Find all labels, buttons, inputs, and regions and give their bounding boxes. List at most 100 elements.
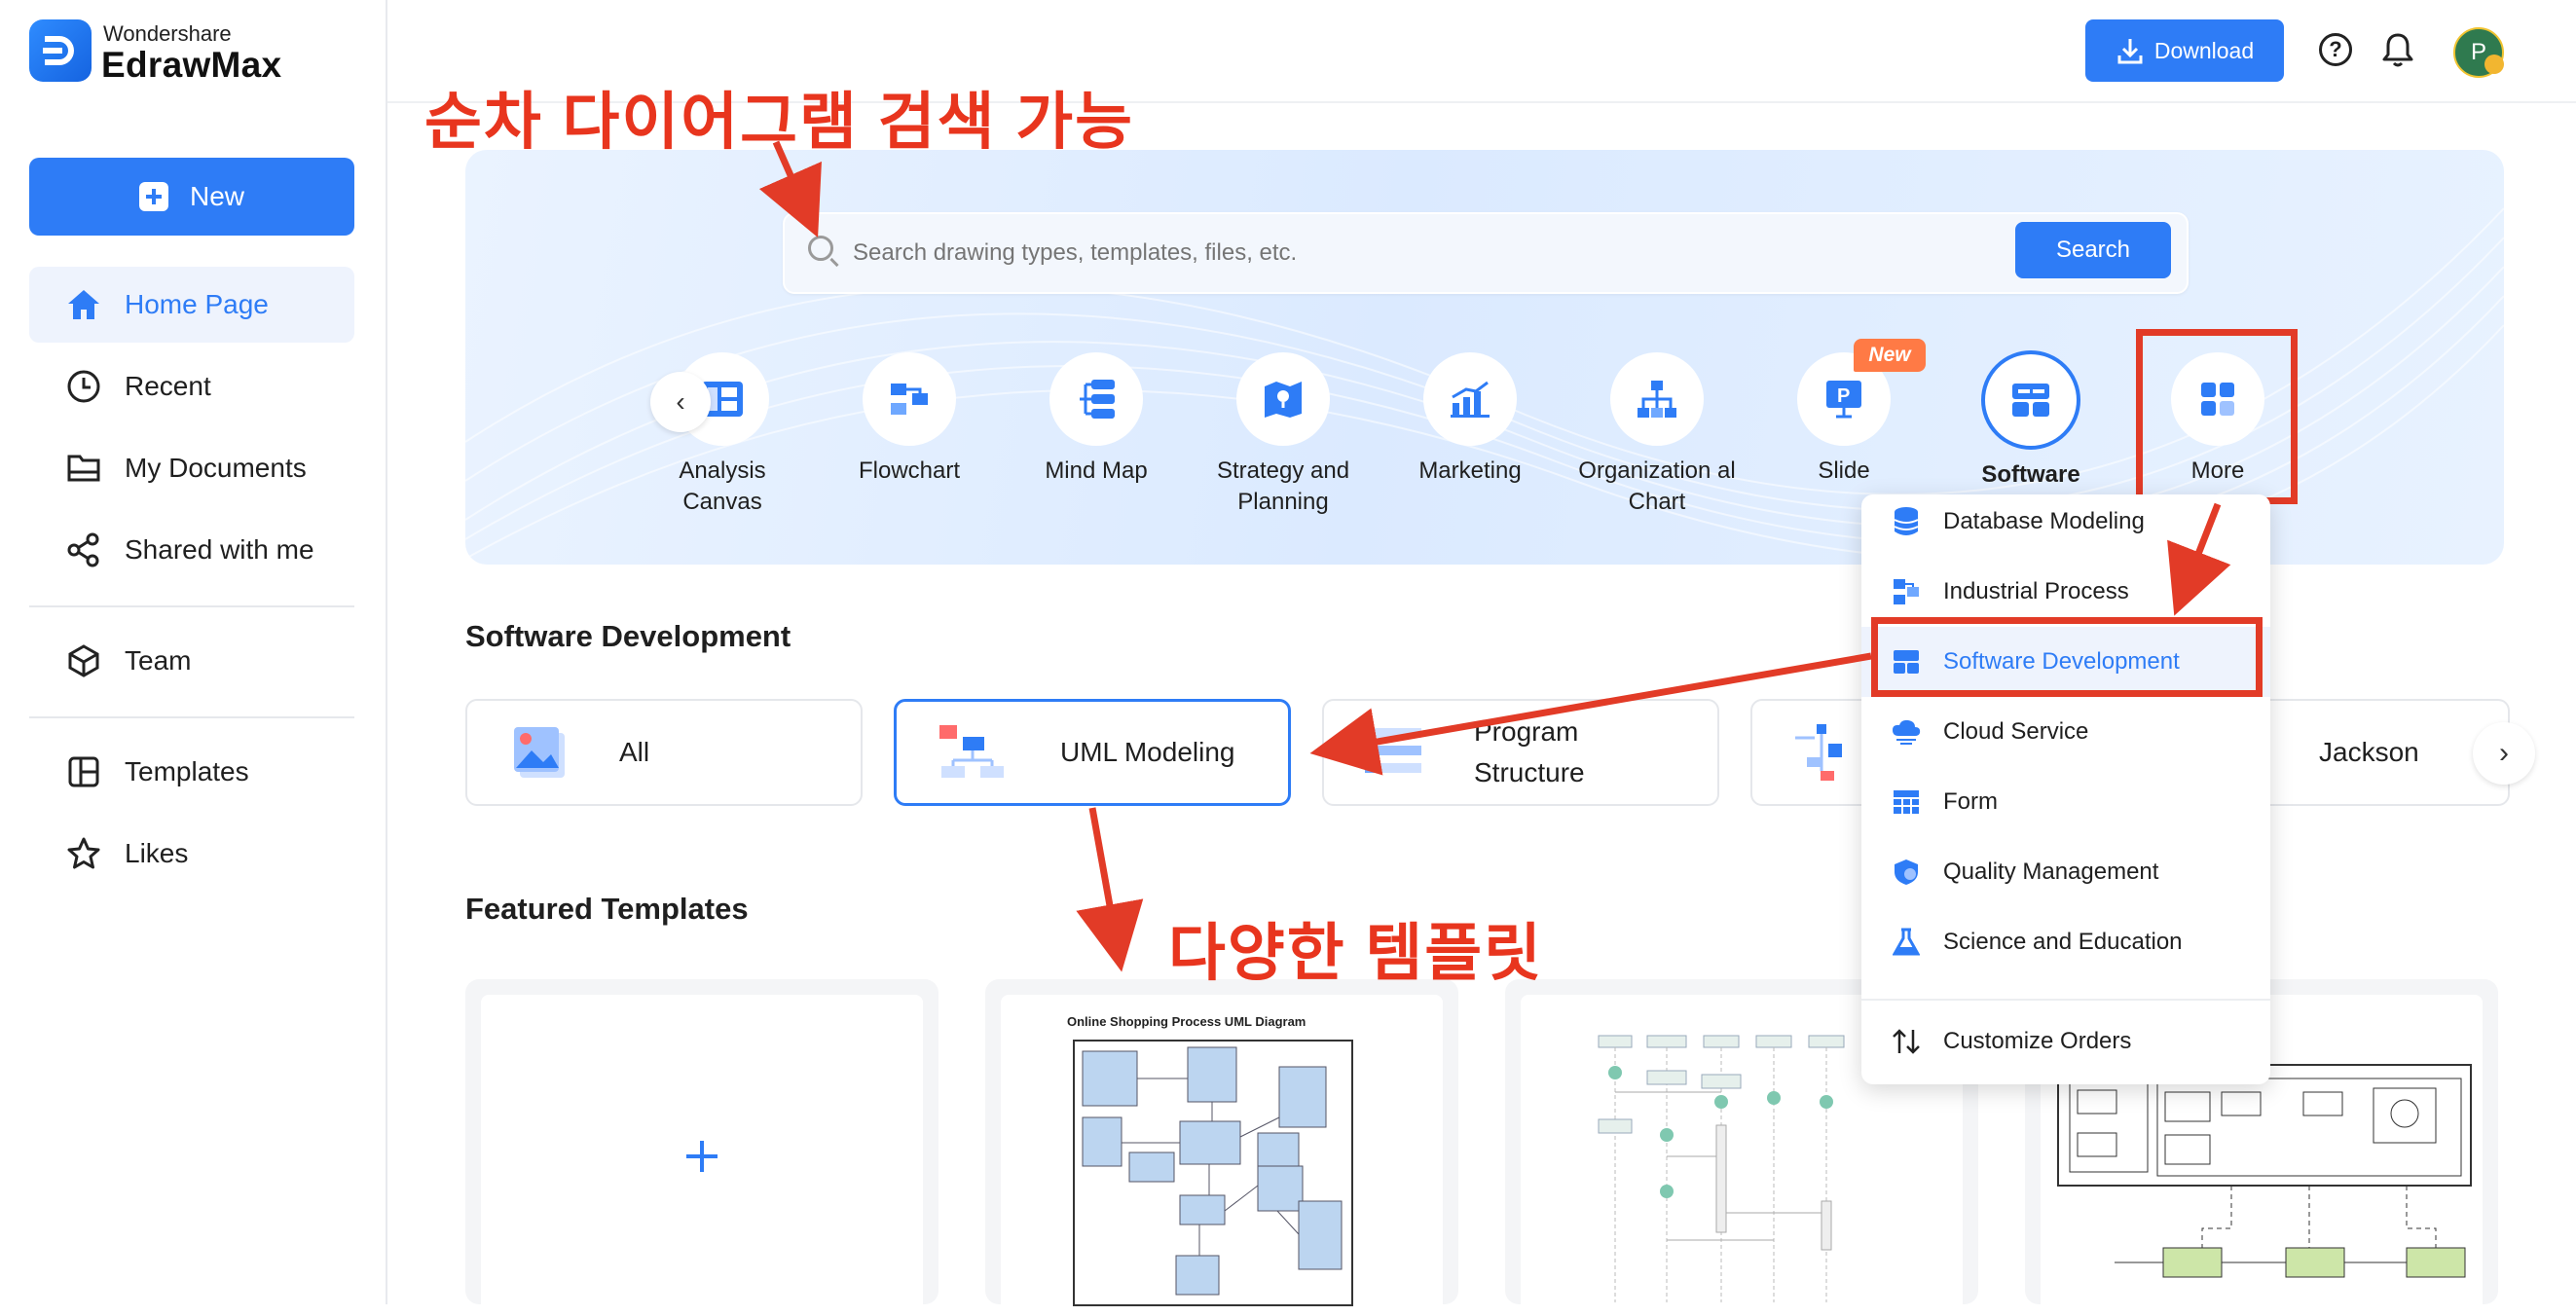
sidebar-divider [29,605,354,607]
sidebar-item-label: Recent [125,371,211,401]
folder-icon [64,449,103,488]
industrial-process-icon [1891,576,1922,607]
menu-item-label: Quality Management [1943,859,2159,885]
search-input[interactable] [851,230,2004,276]
cube-icon [64,641,103,680]
new-button[interactable]: New [29,158,354,236]
sidebar-item-home[interactable]: Home Page [29,267,354,343]
flask-icon [1891,927,1922,958]
arrow-to-featured [1076,807,1144,972]
category-icon-circle [863,352,956,446]
new-badge: New [1854,339,1926,372]
menu-item-database-modeling[interactable]: Database Modeling [1861,487,2270,557]
bell-icon[interactable] [2381,31,2414,73]
category-strategy-planning[interactable]: Strategy and Planning [1200,352,1366,518]
sidebar-item-likes[interactable]: Likes [29,816,354,892]
sidebar-item-label: My Documents [125,453,307,483]
chevron-left-icon[interactable]: ‹ [650,372,711,432]
tile-label: All [619,737,650,767]
sidebar-item-my-documents[interactable]: My Documents [29,430,354,506]
star-icon [64,834,103,873]
category-label: Flowchart [858,457,961,484]
category-icon-circle [1049,352,1143,446]
form-grid-icon [1891,786,1922,818]
menu-item-label: Industrial Process [1943,578,2129,604]
category-flowchart[interactable]: Flowchart [827,352,992,487]
category-marketing[interactable]: Marketing [1387,352,1553,487]
category-icon-circle [1610,352,1704,446]
menu-divider [1861,999,2270,1001]
org-chart-icon [1638,381,1676,418]
clock-icon [64,367,103,406]
sidebar-item-label: Team [125,645,192,676]
plus-icon [686,1141,718,1172]
help-icon[interactable]: ? [2319,33,2352,66]
category-mind-map[interactable]: Mind Map [1013,352,1179,487]
marketing-chart-icon [1451,381,1490,418]
component-thumbnail-diagram [2057,1064,2472,1278]
new-button-label: New [189,181,244,211]
mind-map-icon [1080,380,1115,419]
menu-item-label: Database Modeling [1943,508,2145,534]
template-card-uml[interactable]: Online Shopping Process UML Diagram [985,979,1458,1306]
svg-text:P: P [1837,385,1850,407]
download-button[interactable]: Download [2085,19,2284,82]
component-diagram-icon [1795,724,1842,781]
share-icon [64,530,103,569]
category-label: Analysis Canvas [679,457,766,515]
tile-program-structure[interactable]: Program Structure [1322,699,1719,806]
template-icon [64,752,103,791]
all-templates-icon [514,727,565,778]
uml-modeling-icon [939,725,1004,778]
strategy-map-icon [1265,382,1302,418]
sidebar-item-team[interactable]: Team [29,623,354,699]
category-icon-circle [1423,352,1517,446]
brand-small: Wondershare [103,21,232,46]
menu-item-quality-management[interactable]: Quality Management [1861,837,2270,907]
tile-all[interactable]: All [465,699,863,806]
menu-item-cloud-service[interactable]: Cloud Service [1861,697,2270,767]
annotation-box-software-development [1871,617,2263,697]
menu-item-label: Form [1943,788,1998,815]
menu-item-customize-orders[interactable]: Customize Orders [1861,1006,2270,1077]
cloud-icon [1891,716,1922,748]
tile-label: Jackson [2319,737,2419,767]
flowchart-icon [891,384,928,415]
menu-item-label: Cloud Service [1943,718,2089,745]
section-title-software-development: Software Development [465,619,791,653]
software-icon [2012,384,2049,417]
section-title-featured-templates: Featured Templates [465,892,749,926]
sidebar-item-label: Templates [125,756,249,786]
category-org-chart[interactable]: Organization al Chart [1574,352,1740,518]
template-thumbnail-title: Online Shopping Process UML Diagram [1067,1014,1306,1029]
sidebar-item-label: Shared with me [125,534,314,565]
home-icon [64,285,103,324]
blank-canvas [481,995,923,1304]
menu-item-form[interactable]: Form [1861,767,2270,837]
template-thumbnail: Online Shopping Process UML Diagram [1001,995,1443,1306]
category-label: Marketing [1418,457,1522,484]
tile-uml-modeling[interactable]: UML Modeling [894,699,1291,806]
tile-label: UML Modeling [1060,737,1235,767]
chevron-right-icon[interactable]: › [2473,722,2535,785]
slide-icon: P [1826,381,1861,419]
category-software[interactable]: Software [1948,350,2114,491]
sort-icon [1891,1026,1922,1057]
sidebar-item-templates[interactable]: Templates [29,734,354,810]
search-button[interactable]: Search [2015,222,2171,278]
menu-item-science-education[interactable]: Science and Education [1861,907,2270,977]
edrawmax-logo-icon [29,19,92,82]
category-label: Organization al Chart [1578,457,1736,515]
brand-name: EdrawMax [101,45,282,85]
sidebar-item-label: Likes [125,838,189,868]
template-card-blank[interactable] [465,979,938,1304]
category-slide[interactable]: P Slide [1761,352,1927,487]
sidebar-divider [29,716,354,718]
download-label: Download [2153,37,2255,63]
annotation-box-more [2136,329,2298,504]
annotation-templates-note: 다양한 템플릿 [1168,918,1544,988]
sidebar-item-recent[interactable]: Recent [29,348,354,424]
download-icon [2117,39,2143,64]
sidebar-item-shared[interactable]: Shared with me [29,512,354,588]
category-icon-circle [1236,352,1330,446]
